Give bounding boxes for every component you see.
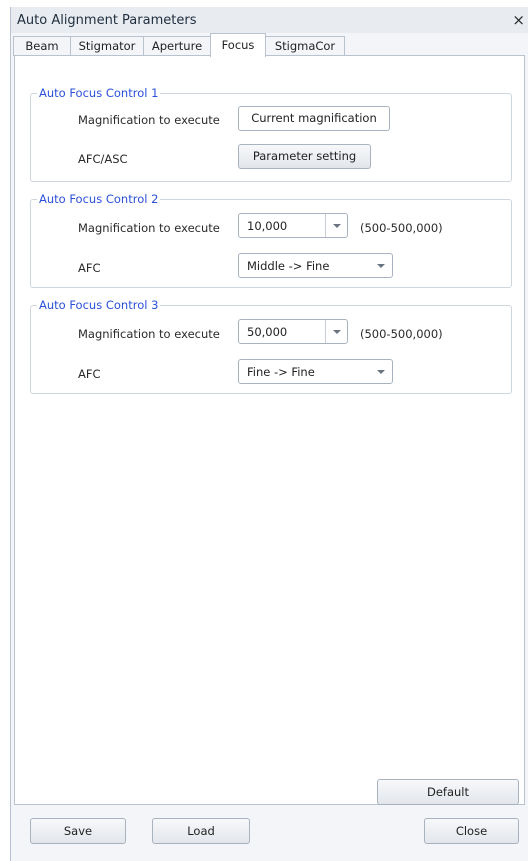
group-auto-focus-control-2: Auto Focus Control 2 Magnification to ex… <box>30 192 512 288</box>
tab-stigmacor[interactable]: StigmaCor <box>265 36 345 56</box>
title-bar: Auto Alignment Parameters × <box>11 7 528 33</box>
magnification-field[interactable]: Current magnification <box>238 106 390 131</box>
range-hint: (500-500,000) <box>360 221 443 235</box>
save-button[interactable]: Save <box>30 818 126 844</box>
chevron-down-icon[interactable] <box>377 264 385 268</box>
parameter-setting-button[interactable]: Parameter setting <box>238 144 371 169</box>
afc-label: AFC <box>78 261 101 275</box>
magnification-combo[interactable]: 10,000 <box>238 213 348 238</box>
range-hint: (500-500,000) <box>360 327 443 341</box>
default-button[interactable]: Default <box>377 779 519 805</box>
window-title: Auto Alignment Parameters <box>17 13 197 28</box>
afc-asc-label: AFC/ASC <box>78 152 128 166</box>
magnification-label: Magnification to execute <box>78 113 220 127</box>
chevron-down-icon[interactable] <box>333 224 341 228</box>
group-auto-focus-control-1: Auto Focus Control 1 Magnification to ex… <box>30 86 512 182</box>
afc-mode-select[interactable]: Middle -> Fine <box>238 253 393 278</box>
group-title: Auto Focus Control 2 <box>37 192 161 206</box>
combo-separator <box>325 214 326 237</box>
close-button[interactable]: Close <box>424 818 519 844</box>
magnification-combo[interactable]: 50,000 <box>238 319 348 344</box>
group-title: Auto Focus Control 1 <box>37 86 161 100</box>
magnification-value: 10,000 <box>247 219 288 233</box>
afc-mode-value: Middle -> Fine <box>247 259 330 273</box>
afc-mode-select[interactable]: Fine -> Fine <box>238 359 393 384</box>
close-icon[interactable]: × <box>512 11 525 29</box>
magnification-label: Magnification to execute <box>78 327 220 341</box>
tab-beam[interactable]: Beam <box>13 36 71 56</box>
tab-bar: Beam Stigmator Aperture Focus StigmaCor <box>11 33 528 57</box>
group-title: Auto Focus Control 3 <box>37 298 161 312</box>
load-button[interactable]: Load <box>152 818 250 844</box>
afc-label: AFC <box>78 367 101 381</box>
magnification-label: Magnification to execute <box>78 221 220 235</box>
magnification-value: 50,000 <box>247 325 288 339</box>
tab-stigmator[interactable]: Stigmator <box>70 36 144 56</box>
group-auto-focus-control-3: Auto Focus Control 3 Magnification to ex… <box>30 298 512 394</box>
afc-mode-value: Fine -> Fine <box>247 365 315 379</box>
combo-separator <box>325 320 326 343</box>
focus-tab-panel: Auto Focus Control 1 Magnification to ex… <box>14 55 525 805</box>
chevron-down-icon[interactable] <box>333 330 341 334</box>
tab-aperture[interactable]: Aperture <box>143 36 211 56</box>
chevron-down-icon[interactable] <box>377 370 385 374</box>
auto-alignment-dialog: Auto Alignment Parameters × Beam Stigmat… <box>10 7 528 861</box>
tab-focus[interactable]: Focus <box>210 33 266 57</box>
